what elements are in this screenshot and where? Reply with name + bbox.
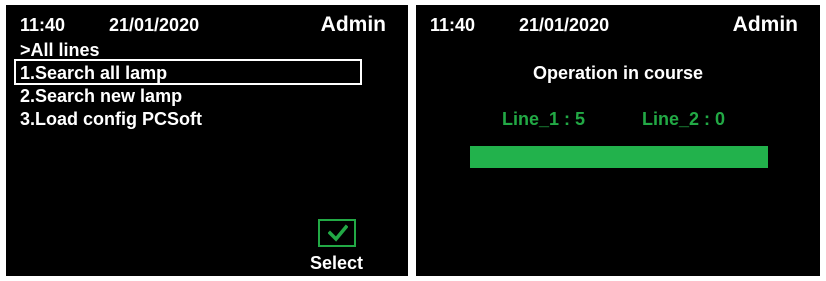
line-1-count: Line_1 : 5 bbox=[502, 109, 586, 129]
check-icon bbox=[318, 219, 356, 247]
select-label: Select bbox=[310, 253, 364, 273]
user-role: Admin bbox=[320, 13, 386, 36]
status-message: Operation in course bbox=[532, 63, 704, 83]
menu-item-search-all-lamp[interactable]: 1.Search all lamp bbox=[14, 59, 362, 85]
line-2-count: Line_2 : 0 bbox=[642, 109, 726, 129]
progress-screen: 11:40 21/01/2020 Admin Operation in cour… bbox=[416, 5, 820, 276]
user-role: Admin bbox=[732, 13, 798, 36]
clock-time: 11:40 bbox=[430, 15, 476, 35]
menu-item-load-config-pcsoft[interactable]: 3.Load config PCSoft bbox=[14, 107, 362, 133]
select-button[interactable]: Select bbox=[310, 219, 380, 274]
current-date: 21/01/2020 bbox=[519, 15, 610, 35]
current-date: 21/01/2020 bbox=[109, 15, 200, 35]
breadcrumb: >All lines bbox=[20, 40, 100, 60]
progress-bar bbox=[470, 146, 768, 168]
menu-screen: 11:40 21/01/2020 Admin >All lines 1.Sear… bbox=[6, 5, 408, 276]
clock-time: 11:40 bbox=[20, 15, 66, 35]
progress-fill bbox=[470, 146, 768, 168]
